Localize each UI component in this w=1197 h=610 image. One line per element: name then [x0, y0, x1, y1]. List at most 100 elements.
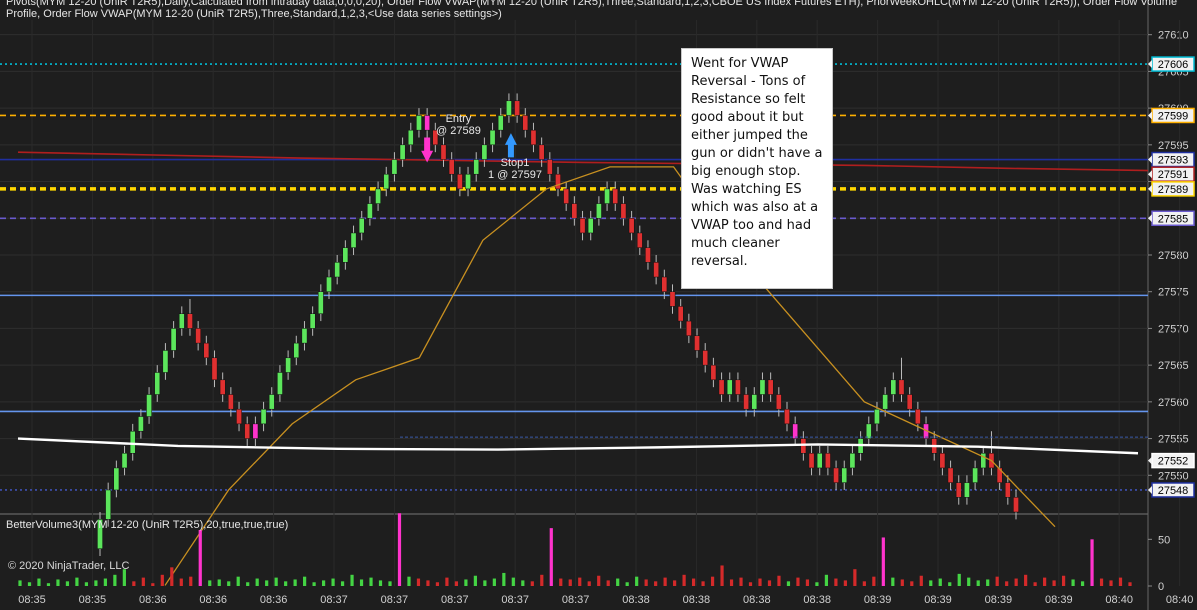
volume-bar — [388, 581, 392, 586]
indicator-legend-line-2: Profile, Order Flow VWAP(MYM 12-20 (UniR… — [6, 8, 502, 20]
volume-bar — [75, 577, 79, 586]
candle-body — [1004, 482, 1011, 498]
volume-bar — [416, 578, 421, 586]
time-tick-label: 08:36 — [260, 594, 288, 606]
candle-body — [546, 159, 553, 175]
volume-bar — [986, 579, 990, 586]
volume-bar — [483, 580, 487, 586]
volume-bar — [340, 581, 345, 586]
volume-bar — [729, 579, 734, 586]
price-marker-label: 27591 — [1158, 169, 1189, 181]
volume-bar — [464, 579, 468, 586]
volume-bar — [929, 580, 933, 586]
candle-body — [563, 188, 570, 204]
price-tick-label: 27575 — [1158, 287, 1189, 299]
candle-body — [661, 276, 668, 292]
candle-body — [203, 342, 210, 359]
candle-body — [882, 394, 888, 410]
candle-body — [579, 218, 586, 234]
time-tick-label: 08:38 — [683, 594, 711, 606]
price-marker-label: 27599 — [1158, 110, 1189, 122]
candle-body — [391, 159, 398, 175]
candle-body — [375, 188, 381, 204]
volume-bar — [246, 582, 250, 586]
candle-body — [849, 453, 856, 469]
candle-body — [915, 408, 921, 425]
price-tick-label: 27555 — [1158, 434, 1189, 446]
volume-bar — [691, 578, 696, 586]
volume-bar — [777, 575, 781, 586]
price-marker-label: 27552 — [1158, 456, 1189, 468]
volume-bar — [559, 578, 563, 586]
volume-bar — [56, 579, 60, 586]
candle-body — [710, 364, 717, 381]
volume-bar — [65, 581, 70, 586]
candle-body — [285, 357, 291, 373]
candle-body — [898, 379, 905, 395]
volume-bar — [853, 569, 857, 586]
volume-bar — [198, 530, 202, 586]
candle-body — [489, 129, 496, 146]
candle-body — [407, 129, 414, 146]
volume-bar — [919, 575, 923, 586]
candle-body — [939, 453, 946, 469]
candle-body — [121, 453, 128, 469]
volume-bar — [938, 578, 942, 586]
price-tick-label: 27560 — [1158, 397, 1189, 409]
candle-body — [751, 394, 758, 410]
candle-body — [677, 306, 684, 322]
volume-bar — [967, 577, 971, 586]
volume-bar — [578, 577, 582, 586]
candle-body — [178, 313, 185, 329]
volume-bar — [673, 580, 677, 586]
volume-bar — [862, 581, 866, 586]
volume-bar — [141, 577, 145, 586]
candle-body — [211, 357, 218, 381]
time-tick-label: 08:38 — [743, 594, 771, 606]
candle-body — [448, 159, 455, 175]
volume-bar — [255, 578, 259, 586]
volume-bar — [1080, 581, 1085, 586]
candle-body — [947, 467, 954, 483]
volume-bar — [492, 578, 496, 586]
time-tick-label: 08:36 — [139, 594, 167, 606]
time-tick-label: 08:40 — [1105, 594, 1133, 606]
candle-body — [236, 408, 242, 425]
candle-body — [718, 379, 725, 395]
candle-body — [317, 291, 324, 314]
volume-bar — [616, 578, 620, 586]
volume-bar — [236, 576, 240, 586]
volume-bar — [160, 574, 164, 586]
volume-bar — [397, 513, 402, 586]
candle-body — [726, 379, 733, 395]
volume-bar — [132, 581, 136, 586]
candle-body — [686, 320, 692, 337]
price-marker-label: 27589 — [1158, 184, 1189, 196]
time-tick-label: 08:37 — [441, 594, 469, 606]
candle-body — [326, 276, 332, 292]
candle-body — [268, 394, 275, 410]
volume-bar — [654, 581, 658, 586]
time-tick-label: 08:38 — [622, 594, 650, 606]
volume-bar — [46, 583, 51, 586]
volume-bar — [179, 578, 183, 586]
candle-body — [604, 188, 610, 204]
volume-bar — [1014, 578, 1018, 586]
candle-body — [465, 173, 471, 190]
time-tick-label: 08:38 — [803, 594, 831, 606]
candle-body — [759, 379, 766, 395]
volume-bar — [900, 579, 904, 586]
candle-body — [596, 203, 602, 219]
candle-body — [113, 467, 120, 491]
volume-bar — [445, 577, 449, 586]
price-marker-label: 27585 — [1158, 213, 1189, 225]
time-tick-label: 08:37 — [562, 594, 590, 606]
candle-body — [473, 159, 480, 175]
candle-body — [612, 188, 619, 204]
candle-body — [972, 467, 978, 483]
volume-bar — [834, 578, 838, 586]
volume-bar — [606, 580, 610, 586]
candle-body — [645, 247, 651, 263]
volume-bar — [331, 578, 335, 586]
volume-bar — [473, 575, 477, 586]
